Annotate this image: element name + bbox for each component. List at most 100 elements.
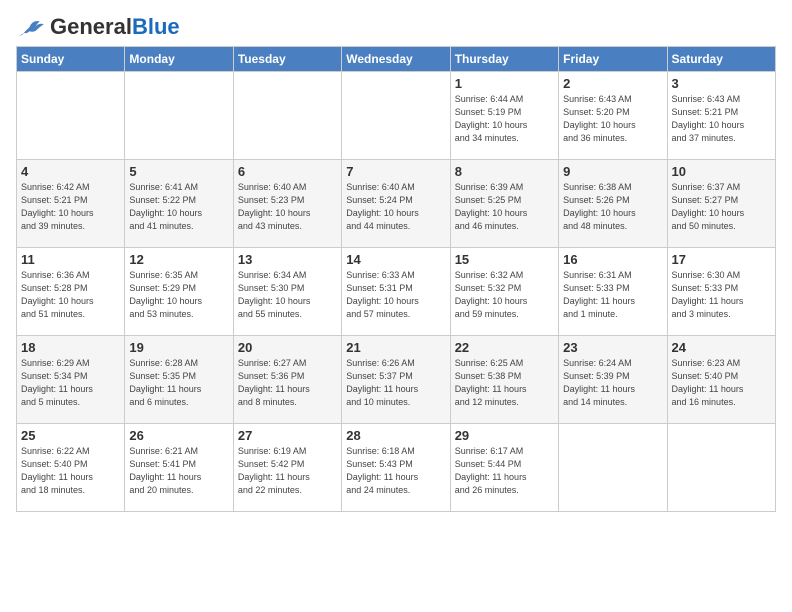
calendar-cell (17, 72, 125, 160)
day-info: Sunrise: 6:30 AM Sunset: 5:33 PM Dayligh… (672, 269, 771, 321)
day-number: 11 (21, 252, 120, 267)
day-info: Sunrise: 6:24 AM Sunset: 5:39 PM Dayligh… (563, 357, 662, 409)
weekday-header-wednesday: Wednesday (342, 47, 450, 72)
day-info: Sunrise: 6:43 AM Sunset: 5:21 PM Dayligh… (672, 93, 771, 145)
logo: GeneralBlue (16, 16, 180, 38)
day-info: Sunrise: 6:29 AM Sunset: 5:34 PM Dayligh… (21, 357, 120, 409)
day-info: Sunrise: 6:26 AM Sunset: 5:37 PM Dayligh… (346, 357, 445, 409)
calendar-cell: 22 Sunrise: 6:25 AM Sunset: 5:38 PM Dayli… (450, 336, 558, 424)
weekday-header-saturday: Saturday (667, 47, 775, 72)
day-info: Sunrise: 6:21 AM Sunset: 5:41 PM Dayligh… (129, 445, 228, 497)
weekday-header-friday: Friday (559, 47, 667, 72)
day-number: 1 (455, 76, 554, 91)
day-info: Sunrise: 6:25 AM Sunset: 5:38 PM Dayligh… (455, 357, 554, 409)
day-info: Sunrise: 6:33 AM Sunset: 5:31 PM Dayligh… (346, 269, 445, 321)
calendar-cell: 29Sunrise: 6:17 AM Sunset: 5:44 PM Dayli… (450, 424, 558, 512)
day-number: 22 (455, 340, 554, 355)
calendar-cell: 12 Sunrise: 6:35 AM Sunset: 5:29 PM Dayli… (125, 248, 233, 336)
day-info: Sunrise: 6:23 AM Sunset: 5:40 PM Dayligh… (672, 357, 771, 409)
calendar-cell (125, 72, 233, 160)
calendar-cell: 2 Sunrise: 6:43 AM Sunset: 5:20 PM Daylig… (559, 72, 667, 160)
calendar-cell: 1 Sunrise: 6:44 AM Sunset: 5:19 PM Daylig… (450, 72, 558, 160)
calendar-cell: 5Sunrise: 6:41 AM Sunset: 5:22 PM Daylig… (125, 160, 233, 248)
day-number: 25 (21, 428, 120, 443)
day-number: 8 (455, 164, 554, 179)
calendar-cell: 4 Sunrise: 6:42 AM Sunset: 5:21 PM Daylig… (17, 160, 125, 248)
day-number: 15 (455, 252, 554, 267)
calendar-cell: 11 Sunrise: 6:36 AM Sunset: 5:28 PM Dayli… (17, 248, 125, 336)
page-header: GeneralBlue (16, 16, 776, 38)
calendar-cell: 18 Sunrise: 6:29 AM Sunset: 5:34 PM Dayli… (17, 336, 125, 424)
day-number: 24 (672, 340, 771, 355)
weekday-header-monday: Monday (125, 47, 233, 72)
day-number: 3 (672, 76, 771, 91)
calendar-week-1: 1 Sunrise: 6:44 AM Sunset: 5:19 PM Daylig… (17, 72, 776, 160)
calendar-cell (342, 72, 450, 160)
day-info: Sunrise: 6:22 AM Sunset: 5:40 PM Dayligh… (21, 445, 120, 497)
day-info: Sunrise: 6:39 AM Sunset: 5:25 PM Dayligh… (455, 181, 554, 233)
weekday-header-thursday: Thursday (450, 47, 558, 72)
calendar-table: SundayMondayTuesdayWednesdayThursdayFrid… (16, 46, 776, 512)
calendar-cell: 9Sunrise: 6:38 AM Sunset: 5:26 PM Daylig… (559, 160, 667, 248)
logo-text: GeneralBlue (50, 16, 180, 38)
calendar-cell: 15Sunrise: 6:32 AM Sunset: 5:32 PM Dayli… (450, 248, 558, 336)
day-number: 4 (21, 164, 120, 179)
day-info: Sunrise: 6:40 AM Sunset: 5:23 PM Dayligh… (238, 181, 337, 233)
day-number: 10 (672, 164, 771, 179)
calendar-cell: 23 Sunrise: 6:24 AM Sunset: 5:39 PM Dayli… (559, 336, 667, 424)
day-info: Sunrise: 6:31 AM Sunset: 5:33 PM Dayligh… (563, 269, 662, 321)
day-number: 19 (129, 340, 228, 355)
day-info: Sunrise: 6:43 AM Sunset: 5:20 PM Dayligh… (563, 93, 662, 145)
calendar-cell (559, 424, 667, 512)
calendar-week-5: 25 Sunrise: 6:22 AM Sunset: 5:40 PM Dayli… (17, 424, 776, 512)
day-info: Sunrise: 6:44 AM Sunset: 5:19 PM Dayligh… (455, 93, 554, 145)
calendar-cell: 3 Sunrise: 6:43 AM Sunset: 5:21 PM Daylig… (667, 72, 775, 160)
day-info: Sunrise: 6:41 AM Sunset: 5:22 PM Dayligh… (129, 181, 228, 233)
day-info: Sunrise: 6:35 AM Sunset: 5:29 PM Dayligh… (129, 269, 228, 321)
calendar-cell: 21 Sunrise: 6:26 AM Sunset: 5:37 PM Dayli… (342, 336, 450, 424)
calendar-cell (233, 72, 341, 160)
calendar-cell: 25 Sunrise: 6:22 AM Sunset: 5:40 PM Dayli… (17, 424, 125, 512)
day-info: Sunrise: 6:40 AM Sunset: 5:24 PM Dayligh… (346, 181, 445, 233)
weekday-header-row: SundayMondayTuesdayWednesdayThursdayFrid… (17, 47, 776, 72)
calendar-cell (667, 424, 775, 512)
calendar-cell: 10 Sunrise: 6:37 AM Sunset: 5:27 PM Dayli… (667, 160, 775, 248)
calendar-cell: 14 Sunrise: 6:33 AM Sunset: 5:31 PM Dayli… (342, 248, 450, 336)
calendar-cell: 6Sunrise: 6:40 AM Sunset: 5:23 PM Daylig… (233, 160, 341, 248)
calendar-cell: 26 Sunrise: 6:21 AM Sunset: 5:41 PM Dayli… (125, 424, 233, 512)
calendar-week-2: 4 Sunrise: 6:42 AM Sunset: 5:21 PM Daylig… (17, 160, 776, 248)
calendar-week-4: 18 Sunrise: 6:29 AM Sunset: 5:34 PM Dayli… (17, 336, 776, 424)
day-number: 18 (21, 340, 120, 355)
day-number: 9 (563, 164, 662, 179)
day-number: 23 (563, 340, 662, 355)
day-number: 13 (238, 252, 337, 267)
weekday-header-tuesday: Tuesday (233, 47, 341, 72)
day-number: 21 (346, 340, 445, 355)
day-number: 28 (346, 428, 445, 443)
day-info: Sunrise: 6:37 AM Sunset: 5:27 PM Dayligh… (672, 181, 771, 233)
day-info: Sunrise: 6:34 AM Sunset: 5:30 PM Dayligh… (238, 269, 337, 321)
day-number: 14 (346, 252, 445, 267)
weekday-header-sunday: Sunday (17, 47, 125, 72)
calendar-cell: 17 Sunrise: 6:30 AM Sunset: 5:33 PM Dayli… (667, 248, 775, 336)
day-number: 26 (129, 428, 228, 443)
calendar-cell: 13 Sunrise: 6:34 AM Sunset: 5:30 PM Dayli… (233, 248, 341, 336)
calendar-cell: 16Sunrise: 6:31 AM Sunset: 5:33 PM Dayli… (559, 248, 667, 336)
logo-icon (16, 17, 46, 37)
day-number: 12 (129, 252, 228, 267)
day-info: Sunrise: 6:19 AM Sunset: 5:42 PM Dayligh… (238, 445, 337, 497)
calendar-week-3: 11 Sunrise: 6:36 AM Sunset: 5:28 PM Dayli… (17, 248, 776, 336)
calendar-cell: 7 Sunrise: 6:40 AM Sunset: 5:24 PM Daylig… (342, 160, 450, 248)
calendar-cell: 19 Sunrise: 6:28 AM Sunset: 5:35 PM Dayli… (125, 336, 233, 424)
day-info: Sunrise: 6:42 AM Sunset: 5:21 PM Dayligh… (21, 181, 120, 233)
day-number: 17 (672, 252, 771, 267)
day-number: 2 (563, 76, 662, 91)
day-number: 20 (238, 340, 337, 355)
day-info: Sunrise: 6:28 AM Sunset: 5:35 PM Dayligh… (129, 357, 228, 409)
day-info: Sunrise: 6:18 AM Sunset: 5:43 PM Dayligh… (346, 445, 445, 497)
day-number: 7 (346, 164, 445, 179)
calendar-cell: 28 Sunrise: 6:18 AM Sunset: 5:43 PM Dayli… (342, 424, 450, 512)
calendar-cell: 8 Sunrise: 6:39 AM Sunset: 5:25 PM Daylig… (450, 160, 558, 248)
day-number: 27 (238, 428, 337, 443)
day-info: Sunrise: 6:36 AM Sunset: 5:28 PM Dayligh… (21, 269, 120, 321)
